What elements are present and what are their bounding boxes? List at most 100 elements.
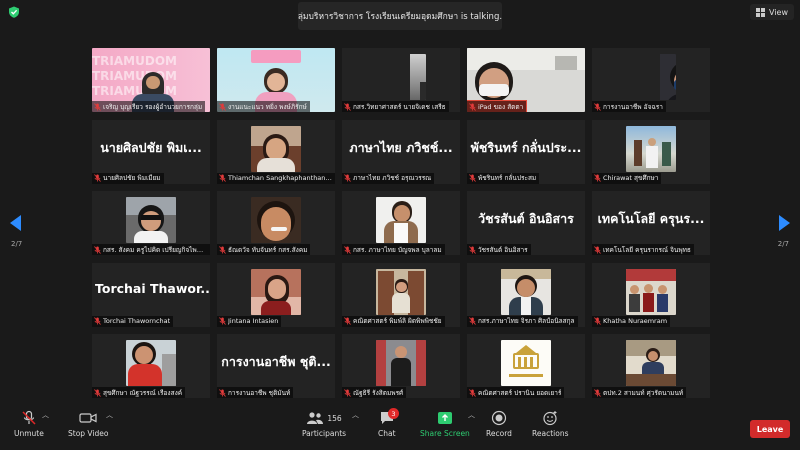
- participants-label: Participants: [302, 429, 347, 438]
- participant-tile[interactable]: พัชรินทร์ กลั่นประ... พัชรินทร์ กลั่นประส…: [467, 119, 585, 184]
- participant-tile[interactable]: วัชรสันต์ อินอิสาร วัชรสันต์ อินอิสาร: [467, 191, 585, 255]
- participant-video-feed: [501, 268, 551, 315]
- participant-name-label: ภาษาไทย ภวิชช์ อรุณวรรณ: [342, 172, 435, 184]
- participant-tile[interactable]: คณิตศาสตร์ พิมพ์ลิ ผิดพิพพิชชัย: [342, 262, 460, 327]
- muted-mic-icon: [219, 174, 226, 182]
- participant-display-name: การงานอาชีพ ชุติ...: [221, 354, 331, 369]
- reactions-label: Reactions: [532, 429, 569, 438]
- muted-mic-icon: [94, 174, 101, 182]
- participant-video-feed: [126, 340, 176, 386]
- participants-options-caret[interactable]: ︿: [352, 410, 359, 420]
- participant-name: ธัณดวัจ ทับจันทร์ กสร.สังคม: [228, 245, 308, 254]
- share-screen-icon: [437, 412, 452, 424]
- participant-name-label: ตปท.2 สามนท์ ศุวรัตนามนท์: [592, 387, 687, 398]
- muted-mic-icon: [594, 245, 601, 254]
- participant-tile[interactable]: การงานอาชีพ ชุติ... การงานอาชีพ ชุติมันท์: [217, 334, 335, 398]
- chat-button[interactable]: 3 Chat: [378, 408, 399, 438]
- unmute-label: Unmute: [14, 429, 44, 438]
- participant-tile[interactable]: ภาษาไทย ภวิชช์... ภาษาไทย ภวิชช์ อรุณวรรณ: [342, 119, 460, 184]
- participant-tile[interactable]: iPad ของ สัตตา: [467, 48, 585, 112]
- participant-tile[interactable]: Thiamchan Sangkhaphanthanon: [217, 119, 335, 184]
- muted-mic-icon: [219, 388, 226, 397]
- participant-name: งานแนะแนว ทยิ่ง พงษ์ภิรักษ์: [228, 102, 307, 111]
- participant-name: Thiamchan Sangkhaphanthanon: [228, 174, 332, 182]
- participant-video-feed: [376, 340, 426, 386]
- participant-tile[interactable]: Jintana Intasien: [217, 262, 335, 327]
- participant-gallery: TRIAMUDOM TRIAMUDOM TRIAMUDOM เจริญ บุญเรีย…: [92, 48, 710, 402]
- participant-tile[interactable]: กสร.วิทยาศาสตร์ นายจิเดช เสรีธ: [342, 48, 460, 112]
- participant-name: วัชรสันต์ อินอิสาร: [478, 245, 528, 254]
- share-screen-button[interactable]: Share Screen: [420, 410, 470, 438]
- participant-name: ภาษาไทย ภวิชช์ อรุณวรรณ: [353, 174, 432, 182]
- next-page-arrow-icon[interactable]: [779, 215, 790, 231]
- participant-tile[interactable]: กสร. สังคม ครูไปคิด เปรียญกิจไพศาล: [92, 191, 210, 255]
- participant-tile[interactable]: สุขศึกษา ณัฐวรรณ์ เรืองสงค์: [92, 334, 210, 398]
- record-label: Record: [486, 429, 512, 438]
- video-options-caret[interactable]: ︿: [106, 410, 113, 420]
- participant-name-label: ธัณดวัจ ทับจันทร์ กสร.สังคม: [217, 244, 311, 255]
- unmute-button[interactable]: Unmute: [14, 410, 44, 438]
- active-speaker-banner: กลุ่มบริหารวิชาการ โรงเรียนเตรียมอุดมศึก…: [298, 2, 502, 30]
- stop-video-button[interactable]: Stop Video: [68, 410, 108, 438]
- audio-options-caret[interactable]: ︿: [42, 410, 49, 420]
- reactions-button[interactable]: Reactions: [532, 410, 568, 438]
- participant-tile[interactable]: ตปท.2 สามนท์ ศุวรัตนามนท์: [592, 334, 710, 398]
- participant-video-feed: [376, 197, 426, 243]
- participant-video-feed: [376, 268, 426, 315]
- muted-mic-icon: [344, 388, 351, 397]
- participant-name: Chirawat สุขศึกษา: [603, 174, 659, 182]
- participant-name-label: Jintana Intasien: [217, 315, 282, 327]
- participant-tile[interactable]: กสร.ภาษาไทย จิรภา ศิลป์อนิลสกุล: [467, 262, 585, 327]
- view-label: View: [769, 7, 788, 17]
- participant-video-feed: [251, 268, 301, 315]
- previous-page-arrow-icon[interactable]: [10, 215, 21, 231]
- participant-name-label: กสร. สังคม ครูไปคิด เปรียญกิจไพศาล: [92, 244, 210, 255]
- participant-name: ตปท.2 สามนท์ ศุวรัตนามนท์: [603, 388, 684, 397]
- participant-name: กสร. สังคม ครูไปคิด เปรียญกิจไพศาล: [103, 245, 207, 254]
- participants-button[interactable]: 156 Participants: [302, 410, 346, 438]
- participant-tile[interactable]: กสร. ภาษาไทย บัญจพล บุลาลม: [342, 191, 460, 255]
- record-button[interactable]: Record: [486, 410, 512, 438]
- participant-video-feed: [626, 340, 676, 386]
- participant-tile[interactable]: การงานอาชีพ อัจฉรา: [592, 48, 710, 112]
- participant-name-label: นายศิลปชัย พิมเมียม: [92, 172, 164, 184]
- participant-tile[interactable]: TRIAMUDOM TRIAMUDOM TRIAMUDOM เจริญ บุญเรีย…: [92, 48, 210, 112]
- chat-unread-badge: 3: [388, 408, 399, 419]
- participant-video-feed: [376, 54, 426, 100]
- participant-name: คณิตศาสตร์ ปรานิน ยอดเยาร์: [478, 388, 562, 397]
- participant-video-feed: [251, 125, 301, 172]
- participant-name: Jintana Intasien: [228, 317, 279, 325]
- muted-mic-icon: [469, 317, 476, 325]
- participant-name: กสร.ภาษาไทย จิรภา ศิลป์อนิลสกุล: [478, 317, 575, 325]
- participant-tile[interactable]: Torchai Thawor... Torchai Thawornchat: [92, 262, 210, 327]
- participant-tile[interactable]: คณิตศาสตร์ ปรานิน ยอดเยาร์: [467, 334, 585, 398]
- participant-tile[interactable]: ธัณดวัจ ทับจันทร์ กสร.สังคม: [217, 191, 335, 255]
- participant-name-label: การงานอาชีพ ชุติมันท์: [217, 387, 294, 398]
- participant-tile[interactable]: Chirawat สุขศึกษา: [592, 119, 710, 184]
- muted-mic-icon: [469, 102, 476, 111]
- participant-tile[interactable]: เทคโนโลยี ครุนร... เทคโนโลยี ครุนรากรณ์ จ…: [592, 191, 710, 255]
- page-indicator-right: 2/7: [777, 240, 789, 248]
- muted-mic-icon: [594, 102, 601, 111]
- view-button[interactable]: View: [750, 4, 794, 20]
- participant-name: เจริญ บุญเรียว รองผู้อำนวยการกลุ่ม: [103, 102, 203, 111]
- participant-name: สุขศึกษา ณัฐวรรณ์ เรืองสงค์: [103, 388, 183, 397]
- security-shield-icon[interactable]: [8, 6, 20, 18]
- muted-mic-icon: [469, 388, 476, 397]
- participant-name: กสร. ภาษาไทย บัญจพล บุลาลม: [353, 245, 442, 254]
- meeting-toolbar: Unmute ︿ Stop Video ︿ 156 Participants ︿: [0, 406, 800, 450]
- participant-tile[interactable]: งานแนะแนว ทยิ่ง พงษ์ภิรักษ์: [217, 48, 335, 112]
- muted-mic-icon: [344, 174, 351, 182]
- muted-mic-icon: [469, 174, 476, 182]
- participant-tile[interactable]: ณัฐธิรี รังสิตมพรศ์: [342, 334, 460, 398]
- participant-name-label: กสร.วิทยาศาสตร์ นายจิเดช เสรีธ: [342, 101, 449, 112]
- share-screen-label: Share Screen: [420, 429, 470, 438]
- leave-meeting-button[interactable]: Leave: [750, 420, 790, 438]
- share-options-caret[interactable]: ︿: [468, 410, 475, 420]
- participant-name: Torchai Thawornchat: [103, 317, 171, 325]
- participant-tile[interactable]: นายศิลปชัย พิมเ... นายศิลปชัย พิมเมียม: [92, 119, 210, 184]
- muted-mic-icon: [344, 245, 351, 254]
- participant-name-label: คณิตศาสตร์ ปรานิน ยอดเยาร์: [467, 387, 565, 398]
- participant-tile[interactable]: Khatha Nuraemram: [592, 262, 710, 327]
- participant-name: นายศิลปชัย พิมเมียม: [103, 174, 161, 182]
